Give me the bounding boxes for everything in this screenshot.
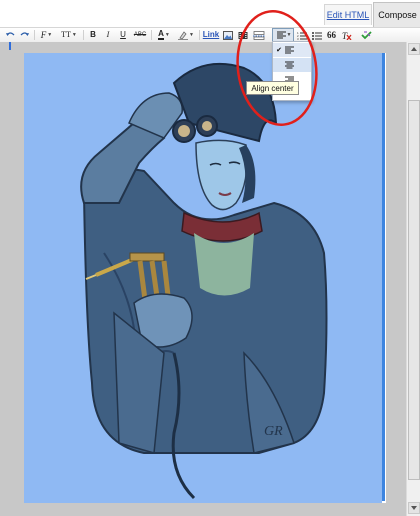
chevron-down-icon: ▼	[71, 32, 77, 38]
selection-edge-bar	[382, 53, 385, 501]
embedded-image[interactable]: GR	[24, 53, 382, 503]
editor-frame-right	[386, 42, 406, 516]
vertical-scrollbar[interactable]	[406, 42, 420, 516]
text-color-icon[interactable]: A ▼	[155, 28, 173, 42]
formatting-toolbar: F ▼ TT ▼ B I U ABC A ▼ ▼ Link ▼ 123 66 T	[0, 27, 420, 42]
tab-compose[interactable]: Compose	[373, 2, 420, 27]
blockquote-icon[interactable]: 66	[326, 28, 337, 42]
toolbar-separator	[83, 30, 84, 40]
spellcheck-icon[interactable]	[360, 28, 372, 42]
checkmark-icon: ✔	[276, 47, 282, 54]
welder-illustration: GR	[80, 62, 328, 500]
align-left-option[interactable]: ✔	[273, 43, 311, 57]
numbered-list-icon[interactable]: 123	[296, 28, 308, 42]
align-center-icon	[285, 61, 294, 69]
link-button[interactable]: Link	[203, 28, 219, 42]
video-icon[interactable]	[237, 28, 249, 42]
highlight-color-icon[interactable]: ▼	[176, 28, 196, 42]
toolbar-separator	[34, 30, 35, 40]
scroll-up-button[interactable]	[408, 43, 420, 55]
editor-frame-bottom	[24, 503, 386, 516]
italic-icon[interactable]: I	[103, 28, 113, 42]
scrollbar-thumb[interactable]	[408, 100, 420, 480]
scroll-down-button[interactable]	[408, 502, 420, 514]
alignment-button[interactable]: ▼	[272, 28, 294, 42]
font-family-glyph: F	[40, 29, 47, 40]
toolbar-separator	[199, 30, 200, 40]
image-icon[interactable]	[222, 28, 234, 42]
font-size-glyph: TT	[61, 30, 71, 39]
bullet-list-icon[interactable]	[311, 28, 323, 42]
chevron-down-icon	[411, 506, 417, 510]
undo-icon[interactable]	[5, 28, 16, 42]
chevron-up-icon	[411, 47, 417, 51]
chevron-down-icon: ▼	[189, 31, 194, 38]
font-size-icon[interactable]: TT ▼	[58, 28, 80, 42]
editor-frame-left	[0, 42, 24, 516]
bold-icon[interactable]: B	[88, 28, 98, 42]
chevron-down-icon: ▼	[164, 31, 170, 38]
align-left-icon: ▼	[276, 28, 292, 42]
jump-break-icon[interactable]	[252, 28, 266, 42]
artist-signature: GR	[264, 424, 283, 439]
remove-formatting-icon[interactable]: T	[341, 28, 353, 42]
caret-marker	[9, 42, 11, 50]
svg-text:3: 3	[297, 37, 299, 40]
editor-tabs: Edit HTML Compose	[0, 0, 420, 27]
align-center-tooltip: Align center	[246, 81, 299, 95]
text-color-glyph: A	[158, 29, 164, 40]
strikethrough-icon[interactable]: ABC	[132, 28, 148, 42]
underline-icon[interactable]: U	[118, 28, 128, 42]
align-center-option[interactable]	[273, 58, 311, 72]
toolbar-separator	[151, 30, 152, 40]
editor-frame-top	[24, 42, 386, 53]
chevron-down-icon: ▼	[286, 31, 292, 38]
redo-icon[interactable]	[19, 28, 30, 42]
tab-edit-html[interactable]: Edit HTML	[324, 4, 372, 25]
align-left-icon	[285, 46, 294, 54]
chevron-down-icon: ▼	[47, 32, 53, 38]
font-family-icon[interactable]: F ▼	[38, 28, 55, 42]
